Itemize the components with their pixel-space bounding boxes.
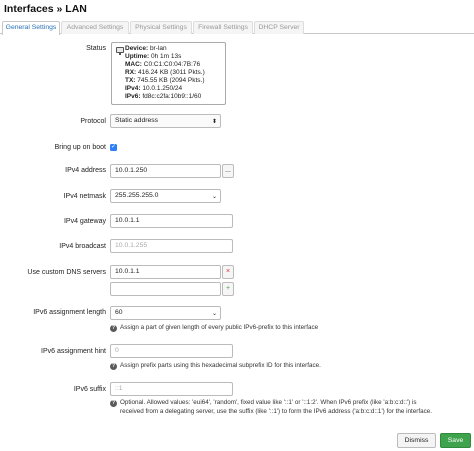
status-label: Status — [86, 45, 106, 52]
protocol-select[interactable]: Static address ⬍ — [110, 114, 221, 128]
status-row-ipv6: IPv6: fd8c:c2fa:10b9::1/60 — [125, 93, 202, 100]
tab-dhcp-server[interactable]: DHCP Server — [254, 21, 304, 34]
status-row-mac: MAC: C0:C1:C0:04:7B:76 — [125, 61, 201, 68]
ipv4-address-input[interactable]: 10.0.1.250 — [110, 164, 221, 178]
tab-firewall-settings[interactable]: Firewall Settings — [193, 21, 253, 34]
ipv6-assign-hint-hint: ? Assign prefix parts using this hexadeci… — [110, 362, 321, 370]
tab-general-settings[interactable]: General Settings — [2, 21, 60, 35]
info-icon: ? — [110, 363, 117, 370]
ipv6-suffix-hint-line2: received from a delegating server, use t… — [120, 408, 432, 415]
dns-input-1[interactable]: 10.0.1.1 — [110, 265, 221, 279]
dns-label: Use custom DNS servers — [27, 269, 106, 276]
dns-remove-button[interactable]: × — [222, 265, 234, 279]
status-row-rx: RX: 416.24 KB (3011 Pkts.) — [125, 69, 205, 76]
info-icon: ? — [110, 400, 117, 407]
status-row-tx: TX: 745.55 KB (2094 Pkts.) — [125, 77, 205, 84]
ipv4-netmask-select[interactable]: 255.255.255.0 ⌄ — [110, 189, 221, 203]
save-button[interactable]: Save — [440, 433, 471, 448]
ipv6-assign-hint-input[interactable]: 0 — [110, 344, 233, 358]
bring-up-checkbox[interactable]: ✓ — [110, 144, 117, 151]
tab-physical-settings[interactable]: Physical Settings — [130, 21, 192, 34]
status-row-uptime: Uptime: 0h 1m 13s — [125, 53, 182, 60]
ipv4-calc-button[interactable]: ... — [222, 164, 234, 178]
dns-add-button[interactable]: + — [222, 282, 234, 296]
chevron-down-icon: ⌄ — [211, 194, 217, 200]
ipv4-netmask-label: IPv4 netmask — [63, 193, 106, 200]
updown-arrow-icon: ⬍ — [211, 119, 217, 125]
protocol-label: Protocol — [80, 118, 106, 125]
ipv6-assign-length-value: 60 — [115, 309, 123, 316]
chevron-down-icon: ⌄ — [211, 311, 217, 317]
info-icon: ? — [110, 325, 117, 332]
ipv6-assign-length-select[interactable]: 60 ⌄ — [110, 306, 221, 320]
ipv4-broadcast-input[interactable]: 10.0.1.255 — [110, 239, 233, 253]
ethernet-icon — [116, 47, 124, 55]
status-row-ipv4: IPv4: 10.0.1.250/24 — [125, 85, 183, 92]
protocol-value: Static address — [115, 117, 159, 124]
bring-up-label: Bring up on boot — [54, 144, 106, 151]
status-box: Device: br-lan Uptime: 0h 1m 13s MAC: C0… — [111, 42, 226, 105]
ipv4-gateway-label: IPv4 gateway — [63, 218, 106, 225]
page-title: Interfaces » LAN — [4, 3, 87, 15]
tab-advanced-settings[interactable]: Advanced Settings — [61, 21, 129, 34]
ipv6-suffix-label: IPv6 suffix — [73, 386, 106, 393]
ipv4-address-label: IPv4 address — [65, 167, 106, 174]
dismiss-button[interactable]: Dismiss — [397, 433, 436, 448]
ipv4-gateway-input[interactable]: 10.0.1.1 — [110, 214, 233, 228]
ipv6-assign-length-label: IPv6 assignment length — [33, 309, 106, 316]
ipv4-netmask-value: 255.255.255.0 — [115, 192, 159, 199]
dns-input-2[interactable] — [110, 282, 221, 296]
checkmark-icon: ✓ — [110, 144, 117, 150]
ipv6-suffix-hint: ? Optional. Allowed values: 'eui64', 'ran… — [110, 399, 417, 407]
ipv6-suffix-input[interactable]: ::1 — [110, 382, 233, 396]
remove-icon: × — [225, 268, 231, 275]
add-icon: + — [225, 285, 231, 292]
status-row-device: Device: br-lan — [125, 45, 167, 52]
ipv6-assign-length-hint: ? Assign a part of given length of every … — [110, 324, 319, 332]
ipv4-broadcast-label: IPv4 broadcast — [59, 243, 106, 250]
ipv6-assign-hint-label: IPv6 assignment hint — [41, 348, 106, 355]
tab-bar: General Settings Advanced Settings Physi… — [0, 20, 474, 35]
